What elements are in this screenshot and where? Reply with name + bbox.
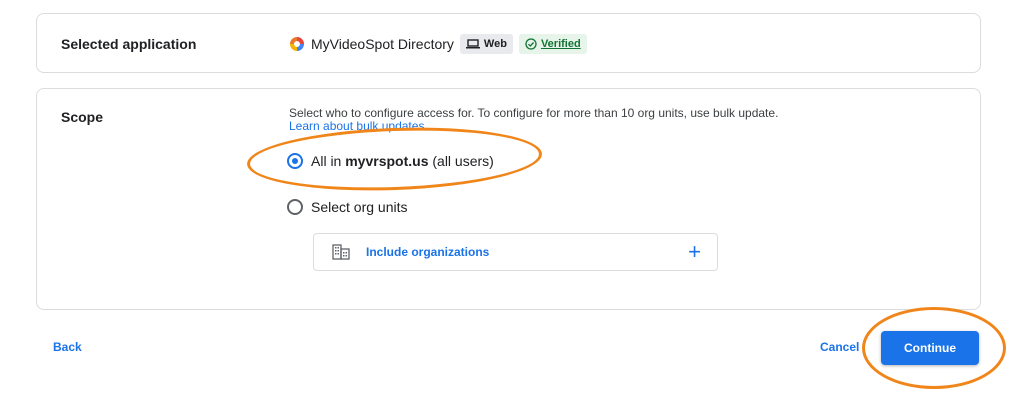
building-icon — [332, 244, 350, 260]
radio-option-org-units[interactable]: Select org units — [287, 199, 408, 215]
radio-button-all-users[interactable] — [287, 153, 303, 169]
continue-button[interactable]: Continue — [881, 331, 979, 365]
radio-button-org-units[interactable] — [287, 199, 303, 215]
verified-chip[interactable]: Verified — [518, 34, 587, 54]
selected-application-card: Selected application MyVideoSpot Directo… — [36, 13, 981, 73]
scope-card: Scope Select who to configure access for… — [36, 88, 981, 310]
include-organizations-field[interactable]: Include organizations + — [313, 233, 718, 271]
radio-all-prefix: All in — [311, 153, 346, 169]
web-chip-label: Web — [483, 38, 507, 50]
back-button[interactable]: Back — [53, 340, 82, 354]
radio-option-all-users[interactable]: All in myvrspot.us (all users) — [287, 153, 494, 169]
web-chip: Web — [459, 34, 513, 54]
learn-bulk-updates-link[interactable]: Learn about bulk updates — [289, 119, 424, 133]
include-organizations-label: Include organizations — [366, 245, 490, 259]
application-name: MyVideoSpot Directory — [311, 36, 454, 52]
cancel-button[interactable]: Cancel — [820, 340, 859, 354]
radio-all-users-label: All in myvrspot.us (all users) — [311, 153, 494, 169]
add-organization-plus-icon[interactable]: + — [688, 240, 701, 264]
radio-org-units-label: Select org units — [311, 199, 408, 215]
selected-application-title: Selected application — [61, 36, 197, 52]
app-logo-icon — [290, 37, 304, 51]
radio-all-suffix: (all users) — [428, 153, 494, 169]
verified-chip-label: Verified — [540, 38, 581, 50]
scope-title: Scope — [61, 109, 104, 125]
application-info: MyVideoSpot Directory Web Verified — [289, 34, 587, 54]
radio-all-domain: myvrspot.us — [345, 153, 429, 169]
laptop-icon — [465, 39, 480, 49]
scope-description: Select who to configure access for. To c… — [289, 107, 889, 133]
check-circle-icon — [525, 38, 537, 50]
